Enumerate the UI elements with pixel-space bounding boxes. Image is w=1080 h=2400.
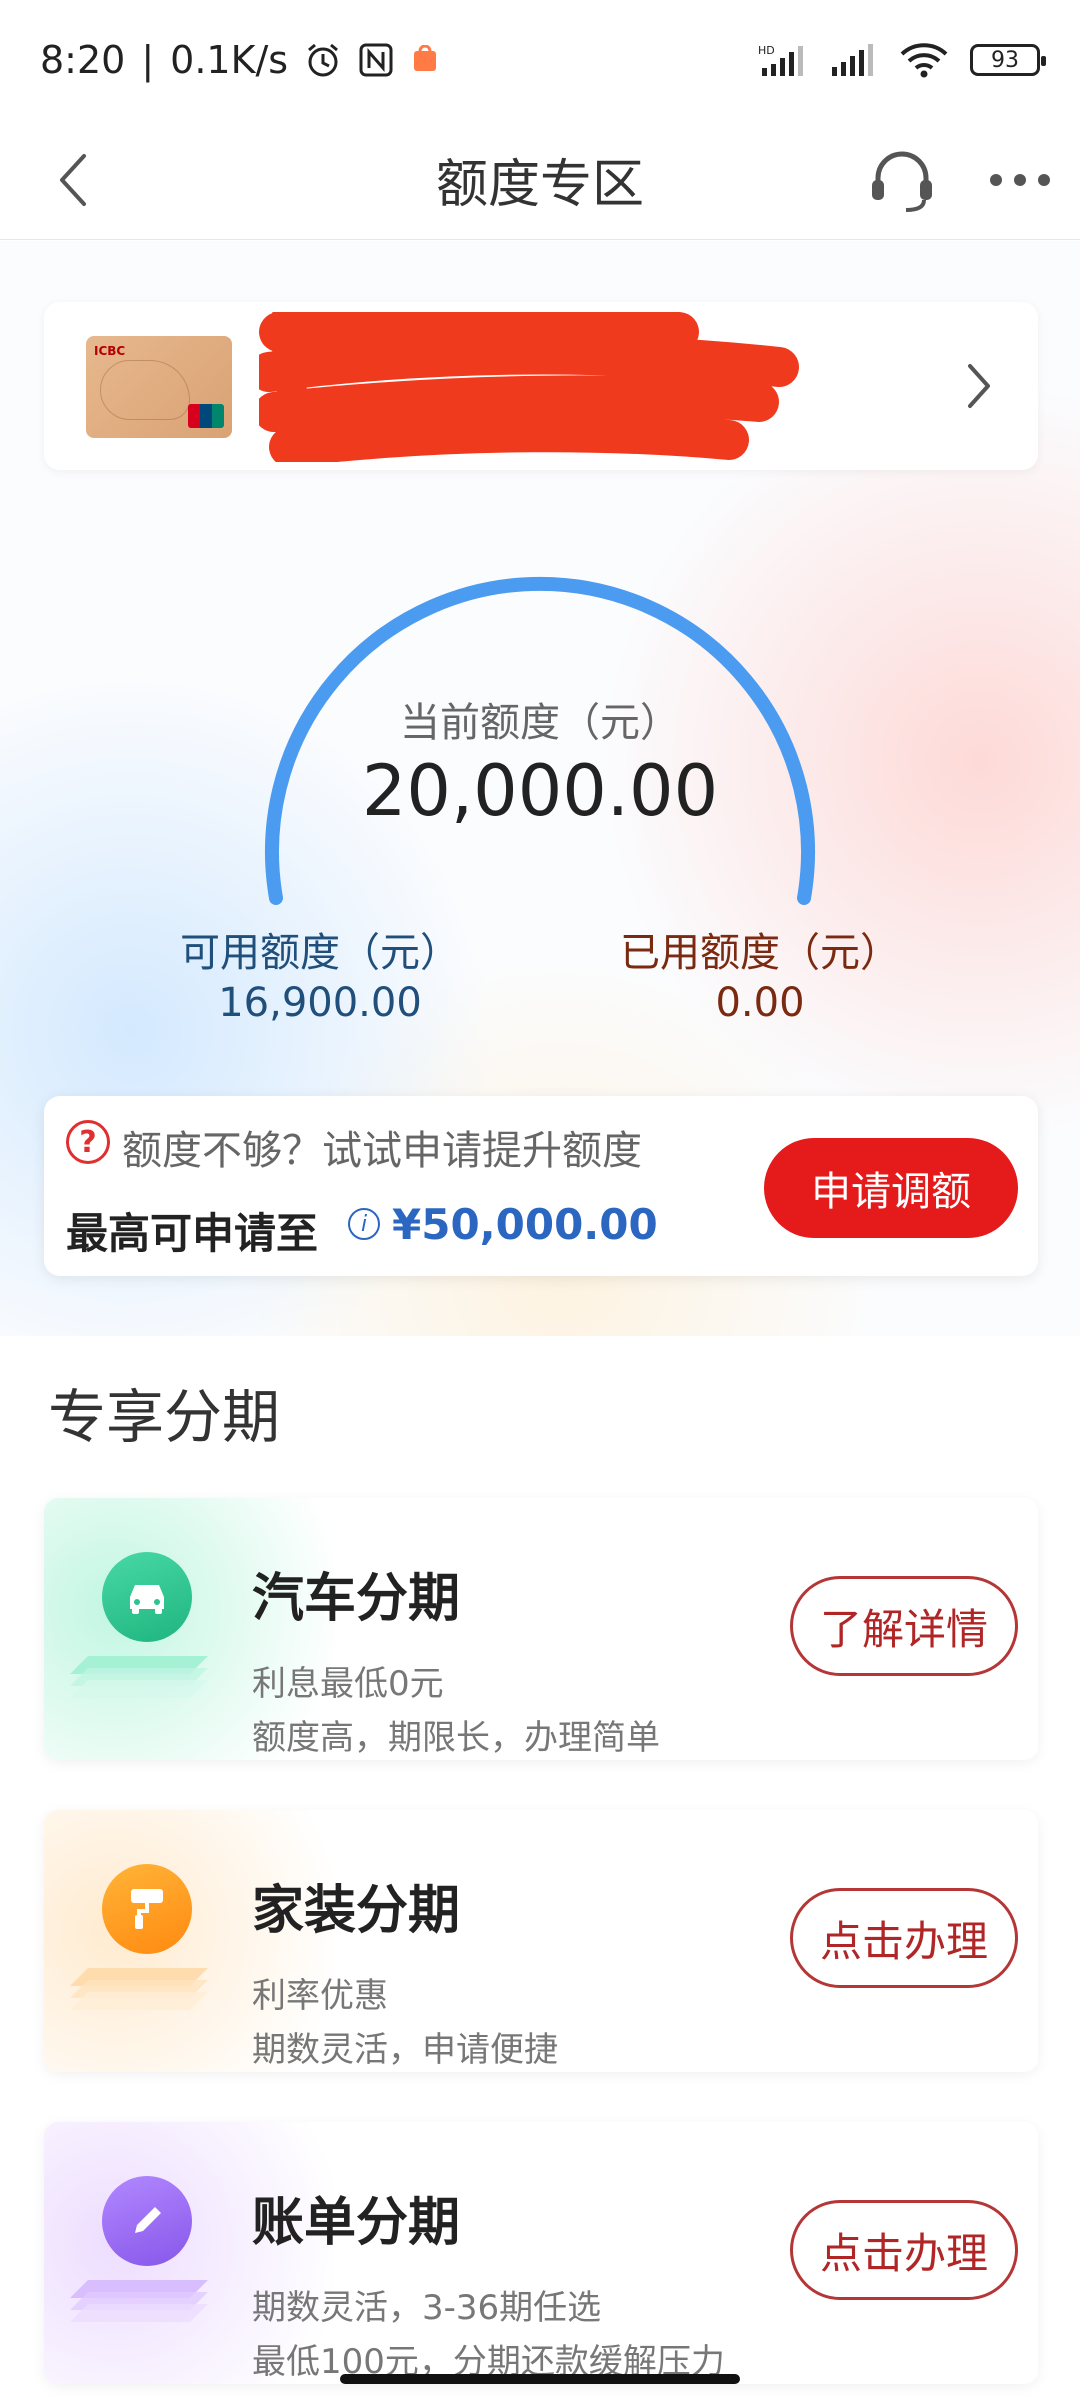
item-platform-decor <box>70 1656 208 1698</box>
status-bar: 8:20 | 0.1K/s HD 93 <box>0 0 1080 120</box>
headset-icon <box>872 151 932 212</box>
apply-limit-increase-button[interactable]: 申请调额 <box>764 1138 1018 1238</box>
question-icon: ? <box>66 1120 110 1164</box>
limit-increase-card: ? 额度不够？试试申请提升额度 最高可申请至 i ¥50,000.00 申请调额 <box>44 1096 1038 1276</box>
alarm-icon <box>304 41 342 79</box>
item-title: 账单分期 <box>252 2193 461 2253</box>
installment-item-bill[interactable]: 账单分期 期数灵活，3-36期任选 最低100元，分期还款缓解压力 点击办理 <box>44 2122 1038 2384</box>
signal-icon <box>830 43 878 77</box>
apply-now-button[interactable]: 点击办理 <box>790 2200 1018 2300</box>
more-horizontal-icon <box>990 174 1050 186</box>
apply-now-button[interactable]: 点击办理 <box>790 1888 1018 1988</box>
customer-service-button[interactable] <box>860 138 944 222</box>
battery-level: 93 <box>991 47 1019 73</box>
svg-text:HD: HD <box>758 44 775 57</box>
max-limit-amount: ¥50,000.00 <box>392 1200 658 1249</box>
available-limit-value: 16,900.00 <box>218 980 422 1026</box>
item-title: 家装分期 <box>252 1881 461 1941</box>
used-limit-label: 已用额度（元） <box>620 930 900 976</box>
chevron-left-icon <box>60 154 86 206</box>
learn-more-button[interactable]: 了解详情 <box>790 1576 1018 1676</box>
more-button[interactable] <box>980 144 1060 216</box>
card-select-arrow[interactable] <box>949 348 1009 424</box>
unionpay-logo <box>188 404 224 428</box>
back-button[interactable] <box>38 144 110 216</box>
section-title: 专享分期 <box>48 1383 281 1451</box>
selected-card-row[interactable]: ICBC <box>44 302 1038 470</box>
page-title: 额度专区 <box>435 155 644 215</box>
item-platform-decor <box>70 2280 208 2322</box>
network-speed: 0.1K/s <box>170 38 289 82</box>
item-desc-1: 期数灵活，3-36期任选 <box>252 2288 602 2328</box>
home-indicator[interactable] <box>340 2374 740 2384</box>
chevron-right-icon <box>968 364 990 408</box>
item-desc-1: 利率优惠 <box>252 1976 388 2016</box>
max-limit-label: 最高可申请至 <box>66 1209 319 1258</box>
item-desc-2: 期数灵活，申请便捷 <box>252 2030 558 2070</box>
wifi-icon <box>900 42 948 78</box>
item-desc-1: 利息最低0元 <box>252 1664 444 1704</box>
nfc-icon <box>358 42 394 78</box>
installment-item-car[interactable]: 汽车分期 利息最低0元 额度高，期限长，办理简单 了解详情 <box>44 1498 1038 1760</box>
redacted-card-name <box>259 312 799 462</box>
installment-item-home-decor[interactable]: 家装分期 利率优惠 期数灵活，申请便捷 点击办理 <box>44 1810 1038 2072</box>
paint-roller-icon <box>102 1864 192 1954</box>
hd-signal-icon: HD <box>758 42 808 78</box>
current-limit-label: 当前额度（元） <box>400 700 680 746</box>
current-limit-value: 20,000.00 <box>361 750 719 832</box>
increase-tip: 额度不够？试试申请提升额度 <box>122 1128 642 1174</box>
item-title: 汽车分期 <box>252 1569 461 1629</box>
card-map-pattern <box>100 360 190 420</box>
used-limit-value: 0.00 <box>715 980 805 1026</box>
top-nav-bar: 额度专区 <box>0 120 1080 240</box>
card-logo: ICBC <box>94 344 126 358</box>
pencil-icon <box>102 2176 192 2266</box>
info-icon[interactable]: i <box>348 1208 380 1240</box>
item-platform-decor <box>70 1968 208 2010</box>
item-desc-2: 额度高，期限长，办理简单 <box>252 1718 660 1758</box>
app-notification-icon <box>410 45 440 75</box>
available-limit-label: 可用额度（元） <box>180 930 460 976</box>
battery-icon: 93 <box>970 44 1046 76</box>
bank-card-image: ICBC <box>86 336 232 438</box>
status-divider: | <box>141 38 155 82</box>
status-time: 8:20 <box>40 38 126 82</box>
car-icon <box>102 1552 192 1642</box>
